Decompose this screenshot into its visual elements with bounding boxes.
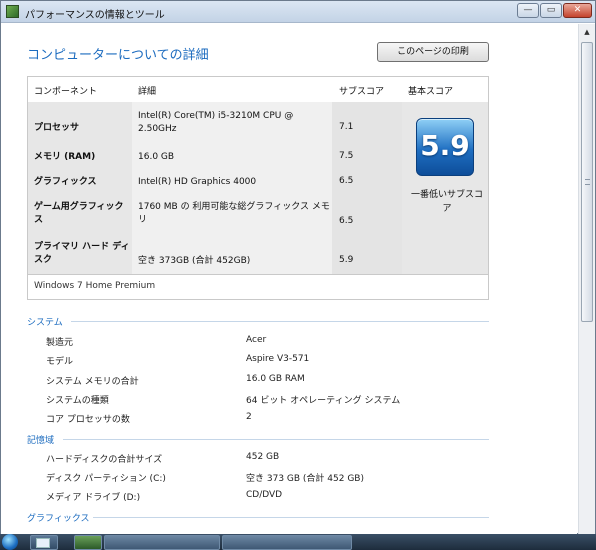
scrollbar-thumb[interactable] (581, 42, 593, 322)
taskbar-button-window[interactable] (222, 535, 352, 550)
print-page-button[interactable]: このページの印刷 (377, 42, 489, 62)
prop-label: システムの種類 (46, 396, 109, 406)
divider (63, 439, 489, 440)
prop-label: システム メモリの合計 (46, 377, 139, 387)
prop-value: 452 GB (246, 452, 280, 462)
component-subscore: 6.5 (339, 216, 354, 226)
section-title-storage: 記憶域 (27, 436, 55, 446)
component-name: ゲーム用グラフィックス (34, 202, 124, 225)
taskbar-button-performance[interactable] (74, 535, 102, 550)
header-base-score: 基本スコア (408, 87, 454, 97)
prop-label: 製造元 (46, 338, 74, 348)
performance-tools-icon (6, 5, 19, 18)
close-button[interactable]: ✕ (563, 3, 592, 18)
taskbar-button-window[interactable] (104, 535, 220, 550)
taskbar-button-explorer[interactable] (30, 535, 58, 550)
scroll-up-icon[interactable]: ▲ (579, 24, 595, 40)
prop-value: Acer (246, 335, 267, 345)
minimize-button[interactable]: — (517, 3, 539, 18)
component-detail: Intel(R) Core(TM) i5-3210M CPU @ 2.50GHz (138, 111, 294, 134)
prop-label: モデル (46, 357, 74, 367)
component-subscore: 5.9 (339, 255, 354, 265)
component-detail: 16.0 GB (138, 152, 175, 162)
base-score-badge[interactable]: 5.9 (416, 118, 474, 176)
component-name: プロセッサ (34, 123, 80, 133)
component-subscore: 7.1 (339, 122, 354, 132)
score-table: コンポーネント 詳細 サブスコア 基本スコア プロセッサ Intel(R) Co… (27, 76, 489, 300)
component-detail: 1760 MB の 利用可能な総グラフィックス メモリ (138, 202, 330, 225)
base-score-label: 一番低いサブスコア (410, 190, 483, 214)
prop-value: 64 ビット オペレーティング システム (246, 396, 401, 406)
performance-window: パフォーマンスの情報とツール — ▭ ✕ コンピューターについての詳細 このペー… (0, 0, 596, 534)
prop-value: 空き 373 GB (合計 452 GB) (246, 474, 364, 484)
prop-label: メディア ドライブ (D:) (46, 493, 141, 503)
header-component: コンポーネント (34, 87, 98, 97)
score-table-header: コンポーネント 詳細 サブスコア 基本スコア (28, 77, 488, 102)
divider (93, 517, 489, 518)
os-edition: Windows 7 Home Premium (34, 281, 156, 291)
component-detail: Intel(R) HD Graphics 4000 (138, 177, 257, 187)
base-score-value: 5.9 (420, 129, 470, 162)
windows-start-icon[interactable] (2, 534, 18, 550)
prop-label: ハードディスクの合計サイズ (46, 455, 163, 465)
component-name: メモリ (RAM) (34, 152, 96, 162)
component-name: グラフィックス (34, 177, 97, 187)
header-subscore: サブスコア (339, 87, 385, 97)
prop-value: 2 (246, 412, 252, 422)
base-score-panel: 5.9 一番低いサブスコア (402, 102, 488, 274)
header-detail: 詳細 (138, 87, 157, 97)
grip-icon (585, 179, 590, 185)
prop-value: Aspire V3-571 (246, 354, 310, 364)
component-subscore: 7.5 (339, 151, 354, 161)
prop-label: コア プロセッサの数 (46, 415, 130, 425)
content-area: コンピューターについての詳細 このページの印刷 コンポーネント 詳細 サブスコア… (1, 24, 577, 534)
divider (28, 274, 488, 275)
section-title-system: システム (27, 318, 63, 328)
section-title-graphics: グラフィックス (27, 514, 90, 524)
title-bar[interactable]: パフォーマンスの情報とツール — ▭ ✕ (1, 1, 595, 23)
component-name: プライマリ ハード ディスク (34, 242, 130, 265)
vertical-scrollbar[interactable]: ▲ (578, 24, 595, 534)
prop-label: ディスク パーティション (C:) (46, 474, 166, 484)
divider (71, 321, 489, 322)
explorer-icon (36, 538, 50, 548)
prop-value: 16.0 GB RAM (246, 374, 305, 384)
taskbar (0, 534, 596, 550)
window-title: パフォーマンスの情報とツール (25, 10, 165, 21)
maximize-button[interactable]: ▭ (540, 3, 562, 18)
component-detail: 空き 373GB (合計 452GB) (138, 256, 251, 266)
component-subscore: 6.5 (339, 176, 354, 186)
prop-value: CD/DVD (246, 490, 283, 500)
page-title: コンピューターについての詳細 (27, 48, 209, 63)
